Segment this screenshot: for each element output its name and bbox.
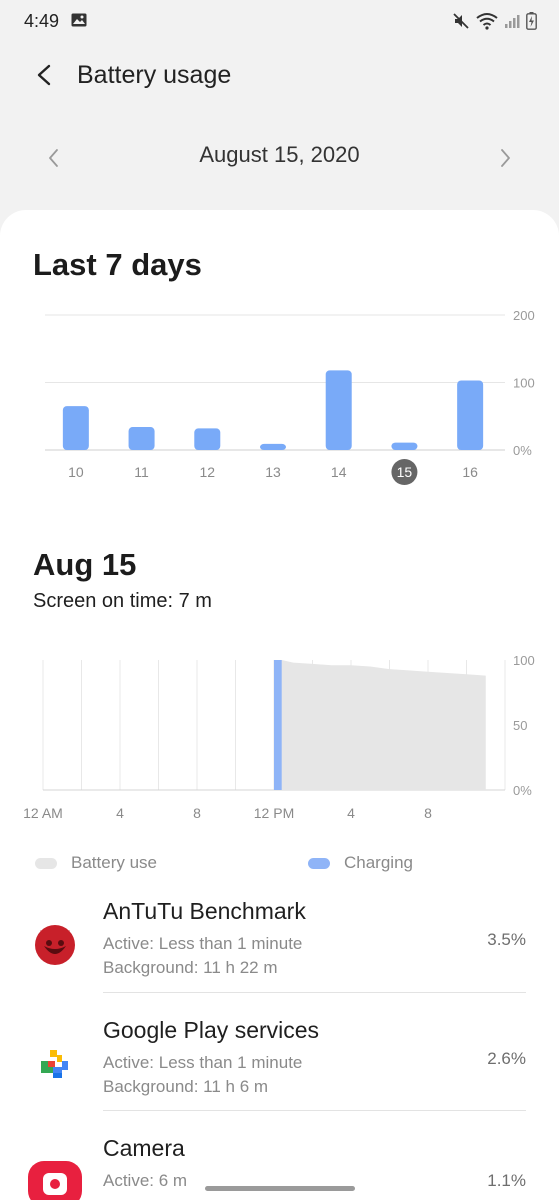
- x-tick-label: 11: [134, 464, 149, 480]
- bar: [391, 442, 418, 450]
- mute-icon: [452, 12, 470, 35]
- list-item[interactable]: AnTuTu Benchmark Active: Less than 1 min…: [0, 898, 559, 1016]
- y-tick-label: 0%: [513, 443, 532, 458]
- app-background-time: Background: 11 h 6 m: [103, 1077, 269, 1096]
- legend-swatch: [35, 857, 57, 869]
- image-icon: [71, 13, 87, 32]
- signal-icon: [504, 13, 520, 34]
- app-bar: Battery usage: [0, 52, 559, 100]
- charging-area: [274, 660, 282, 790]
- app-percent: 1.1%: [487, 1171, 526, 1190]
- y-tick-label: 100: [513, 376, 535, 391]
- screen-on-time: Screen on time: 7 m: [33, 590, 212, 612]
- bar: [62, 406, 89, 450]
- x-tick-label: 4: [347, 805, 355, 821]
- x-tick-label: 15: [397, 464, 413, 480]
- app-active-time: Active: 6 m: [103, 1171, 188, 1190]
- app-name: Camera: [103, 1135, 185, 1161]
- divider: [103, 992, 526, 993]
- page-title: Battery usage: [77, 61, 232, 89]
- battery-use-area: [274, 660, 486, 790]
- selected-date[interactable]: August 15, 2020: [0, 142, 559, 168]
- y-tick-label: 200: [513, 308, 535, 323]
- bar: [260, 443, 286, 450]
- daily-battery-chart: 100 50 0% 12 AM 4 8 12 PM 4 8: [23, 653, 535, 821]
- date-navigator: August 15, 2020: [0, 138, 559, 178]
- x-tick-label: 12 PM: [254, 805, 294, 821]
- x-tick-label: 13: [265, 464, 281, 480]
- bar: [457, 380, 484, 450]
- y-tick-label: 50: [513, 718, 527, 733]
- home-indicator[interactable]: [205, 1186, 355, 1191]
- x-tick-label: 12 AM: [23, 805, 63, 821]
- app-active-time: Active: Less than 1 minute: [103, 1053, 303, 1072]
- x-tick-label: 10: [68, 464, 84, 480]
- status-time: 4:49: [24, 11, 60, 31]
- x-tick-label: 8: [193, 805, 201, 821]
- x-tick-label: 8: [424, 805, 432, 821]
- legend-label: Battery use: [71, 853, 157, 872]
- status-bar: 4:49: [0, 0, 559, 44]
- legend-swatch: [308, 857, 330, 869]
- divider: [103, 1110, 526, 1111]
- app-name: Google Play services: [103, 1017, 320, 1043]
- y-tick-label: 100: [513, 653, 535, 668]
- x-tick-label: 4: [116, 805, 124, 821]
- x-tick-label: 14: [331, 464, 347, 480]
- battery-icon: [526, 12, 537, 35]
- back-arrow-icon[interactable]: [28, 58, 62, 92]
- legend-label: Charging: [344, 853, 413, 872]
- day-title: Aug 15: [33, 547, 137, 582]
- app-background-time: Background: 11 h 22 m: [103, 958, 278, 977]
- app-name: AnTuTu Benchmark: [103, 898, 306, 924]
- y-tick-label: 0%: [513, 783, 532, 798]
- google-play-services-icon: [28, 1037, 82, 1091]
- legend-charging: Charging: [308, 853, 413, 873]
- bar: [128, 427, 155, 450]
- legend-battery-use: Battery use: [35, 853, 157, 873]
- bar: [194, 428, 221, 450]
- wifi-icon: [476, 12, 498, 35]
- app-percent: 2.6%: [487, 1049, 526, 1068]
- week-title: Last 7 days: [33, 247, 202, 282]
- weekly-bar-chart[interactable]: 200 100 0% 10 11 12 13 14 15 16: [0, 300, 559, 500]
- app-active-time: Active: Less than 1 minute: [103, 934, 303, 953]
- chevron-right-icon[interactable]: [491, 144, 519, 172]
- list-item[interactable]: Google Play services Active: Less than 1…: [0, 1017, 559, 1135]
- bar: [325, 370, 352, 450]
- app-percent: 3.5%: [487, 930, 526, 949]
- x-tick-label: 16: [462, 464, 478, 480]
- camera-icon: [28, 1155, 82, 1200]
- x-tick-label: 12: [199, 464, 215, 480]
- antutu-icon: [28, 918, 82, 972]
- usage-card: Last 7 days 200 100 0% 10 11 12 13 14 15 16 Aug 1…: [0, 210, 559, 1200]
